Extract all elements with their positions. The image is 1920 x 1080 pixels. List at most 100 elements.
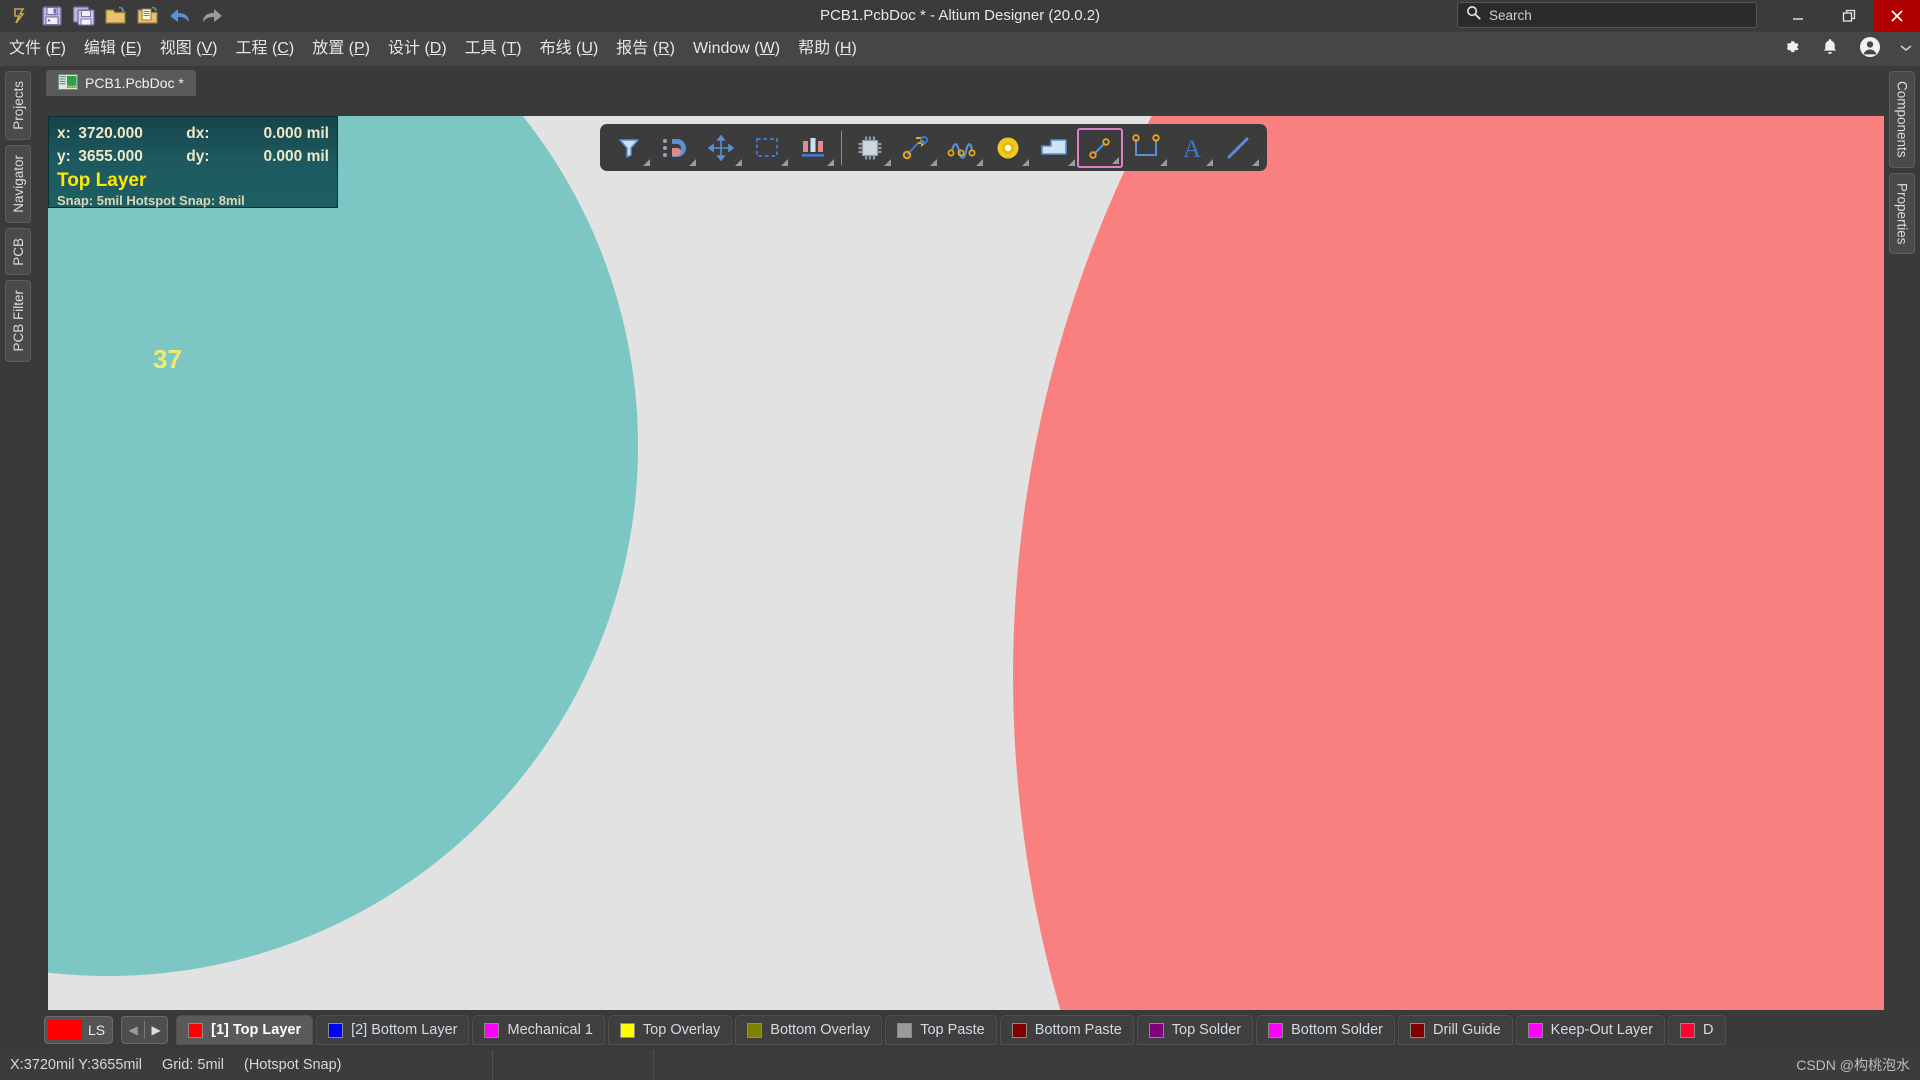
menu-item-route[interactable]: 布线 (U) bbox=[531, 32, 608, 66]
layer-tab[interactable]: D bbox=[1668, 1015, 1726, 1045]
dropdown-corner-icon bbox=[1160, 158, 1167, 166]
layer-tab[interactable]: Top Paste bbox=[885, 1015, 997, 1045]
sidebar-item-components[interactable]: Components bbox=[1889, 71, 1915, 168]
hud-dy-value: 0.000 mil bbox=[263, 147, 330, 165]
menu-item-file[interactable]: 文件 (F) bbox=[0, 32, 75, 66]
layer-prev-button[interactable]: ◀ bbox=[122, 1023, 144, 1037]
via-pad-icon[interactable] bbox=[985, 128, 1031, 168]
menu-item-window[interactable]: Window (W) bbox=[684, 32, 789, 66]
dock-tab-label: PCB Filter bbox=[10, 290, 26, 352]
layer-set-button[interactable]: LS bbox=[44, 1016, 114, 1044]
polygon-pour-icon[interactable] bbox=[1031, 128, 1077, 168]
menu-label: Window bbox=[692, 40, 750, 57]
menu-bar-right-icons bbox=[1780, 32, 1912, 66]
layer-tab-label: D bbox=[1703, 1022, 1714, 1038]
chevron-down-icon[interactable] bbox=[1900, 40, 1912, 58]
menu-mnemonic: P bbox=[353, 40, 365, 57]
bell-icon[interactable] bbox=[1820, 36, 1840, 63]
line-segment-icon[interactable] bbox=[1077, 127, 1123, 168]
layer-tab[interactable]: [1] Top Layer bbox=[176, 1015, 314, 1045]
search-input[interactable]: Search bbox=[1457, 2, 1757, 28]
altium-logo-icon[interactable] bbox=[6, 2, 34, 30]
maximize-button[interactable] bbox=[1826, 0, 1872, 32]
hud-y-row: y: 3655.000 dy: 0.000 mil bbox=[57, 145, 329, 168]
hud-dx-value: 0.000 mil bbox=[263, 124, 330, 142]
layer-color-swatch bbox=[1268, 1022, 1284, 1038]
status-divider-1 bbox=[491, 1050, 493, 1080]
menu-item-edit[interactable]: 编辑 (E) bbox=[75, 32, 151, 66]
quick-access-toolbar bbox=[0, 0, 226, 32]
layer-tab[interactable]: Bottom Overlay bbox=[735, 1015, 883, 1045]
menu-label: 布线 bbox=[539, 40, 572, 57]
search-icon bbox=[1466, 5, 1481, 25]
move-crosshair-icon[interactable] bbox=[698, 128, 744, 168]
menu-label: 报告 bbox=[616, 40, 649, 57]
save-icon[interactable] bbox=[38, 2, 66, 30]
magnet-snap-icon[interactable] bbox=[652, 128, 698, 168]
sidebar-item-navigator[interactable]: Navigator bbox=[5, 144, 31, 223]
open-document-icon[interactable] bbox=[134, 2, 162, 30]
pcb-canvas[interactable]: 37 bbox=[48, 116, 1884, 1010]
redo-icon[interactable] bbox=[198, 2, 226, 30]
menu-mnemonic: H bbox=[839, 40, 852, 57]
layer-tab[interactable]: Mechanical 1 bbox=[472, 1015, 605, 1045]
menu-mnemonic: E bbox=[125, 40, 137, 57]
layer-nav-arrows: ◀ ▶ bbox=[121, 1016, 169, 1044]
differential-pair-icon[interactable] bbox=[939, 128, 985, 168]
menu-mnemonic: R bbox=[658, 40, 670, 57]
tab-pcb1-pcbdoc[interactable]: PCB1.PcbDoc * bbox=[46, 70, 196, 96]
open-folder-icon[interactable] bbox=[102, 2, 130, 30]
menu-item-tools[interactable]: 工具 (T) bbox=[456, 32, 531, 66]
draw-line-icon[interactable] bbox=[1215, 128, 1261, 168]
filter-icon[interactable] bbox=[606, 128, 652, 168]
layer-tab[interactable]: Bottom Paste bbox=[999, 1015, 1134, 1045]
menu-label: 帮助 bbox=[798, 40, 831, 57]
hud-y-value: 3655.000 bbox=[78, 147, 143, 165]
sidebar-item-pcb-filter[interactable]: PCB Filter bbox=[5, 280, 31, 362]
dropdown-corner-icon bbox=[643, 158, 650, 166]
menu-mnemonic: C bbox=[277, 40, 289, 57]
menu-item-help[interactable]: 帮助 (H) bbox=[789, 32, 866, 66]
text-string-icon[interactable]: A bbox=[1169, 128, 1215, 168]
component-chip-icon[interactable] bbox=[847, 128, 893, 168]
watermark-label: CSDN @构桃泡水 bbox=[1796, 1057, 1910, 1073]
route-track-icon[interactable] bbox=[893, 128, 939, 168]
select-area-icon[interactable] bbox=[744, 128, 790, 168]
gear-icon[interactable] bbox=[1780, 36, 1802, 63]
menu-item-design[interactable]: 设计 (D) bbox=[379, 32, 456, 66]
minimize-button[interactable] bbox=[1775, 0, 1821, 32]
menu-label: 放置 bbox=[312, 40, 345, 57]
layer-tab[interactable]: Top Solder bbox=[1136, 1015, 1254, 1045]
status-snap-mode: (Hotspot Snap) bbox=[243, 1057, 342, 1073]
close-button[interactable] bbox=[1874, 0, 1920, 32]
menu-item-project[interactable]: 工程 (C) bbox=[227, 32, 304, 66]
hud-snap-info: Snap: 5mil Hotspot Snap: 8mil bbox=[57, 193, 245, 208]
layer-tab[interactable]: Bottom Solder bbox=[1256, 1015, 1395, 1045]
dropdown-corner-icon bbox=[1022, 158, 1029, 166]
menu-label: 工程 bbox=[235, 40, 268, 57]
menu-label: 文件 bbox=[9, 40, 42, 57]
layer-tab-label: Mechanical 1 bbox=[507, 1022, 593, 1038]
undo-icon[interactable] bbox=[166, 2, 194, 30]
layer-tab[interactable]: Drill Guide bbox=[1397, 1015, 1513, 1045]
menu-item-view[interactable]: 视图 (V) bbox=[151, 32, 227, 66]
layer-tab[interactable]: Top Overlay bbox=[607, 1015, 733, 1045]
save-all-icon[interactable] bbox=[70, 2, 98, 30]
sidebar-item-projects[interactable]: Projects bbox=[5, 71, 31, 140]
user-account-icon[interactable] bbox=[1858, 35, 1882, 64]
layer-next-button[interactable]: ▶ bbox=[145, 1023, 167, 1037]
menu-item-reports[interactable]: 报告 (R) bbox=[607, 32, 684, 66]
layer-tab-label: [1] Top Layer bbox=[211, 1022, 302, 1038]
sidebar-item-properties[interactable]: Properties bbox=[1889, 172, 1915, 255]
align-icon[interactable] bbox=[790, 128, 836, 168]
layer-tabs-container: [1] Top Layer [2] Bottom Layer Mechanical … bbox=[176, 1015, 1728, 1045]
layer-tab[interactable]: Keep-Out Layer bbox=[1515, 1015, 1666, 1045]
menu-item-place[interactable]: 放置 (P) bbox=[303, 32, 379, 66]
dimension-icon[interactable]: 10 bbox=[1123, 128, 1169, 168]
layer-tab[interactable]: [2] Bottom Layer bbox=[316, 1015, 470, 1045]
sidebar-item-pcb[interactable]: PCB bbox=[5, 227, 31, 276]
dock-tab-label: Components bbox=[1894, 81, 1910, 158]
dock-tab-label: PCB bbox=[10, 237, 26, 266]
active-bar-toolbar: 10 A bbox=[600, 124, 1267, 171]
right-dock-panel-strip: Components Properties bbox=[1884, 66, 1920, 1010]
